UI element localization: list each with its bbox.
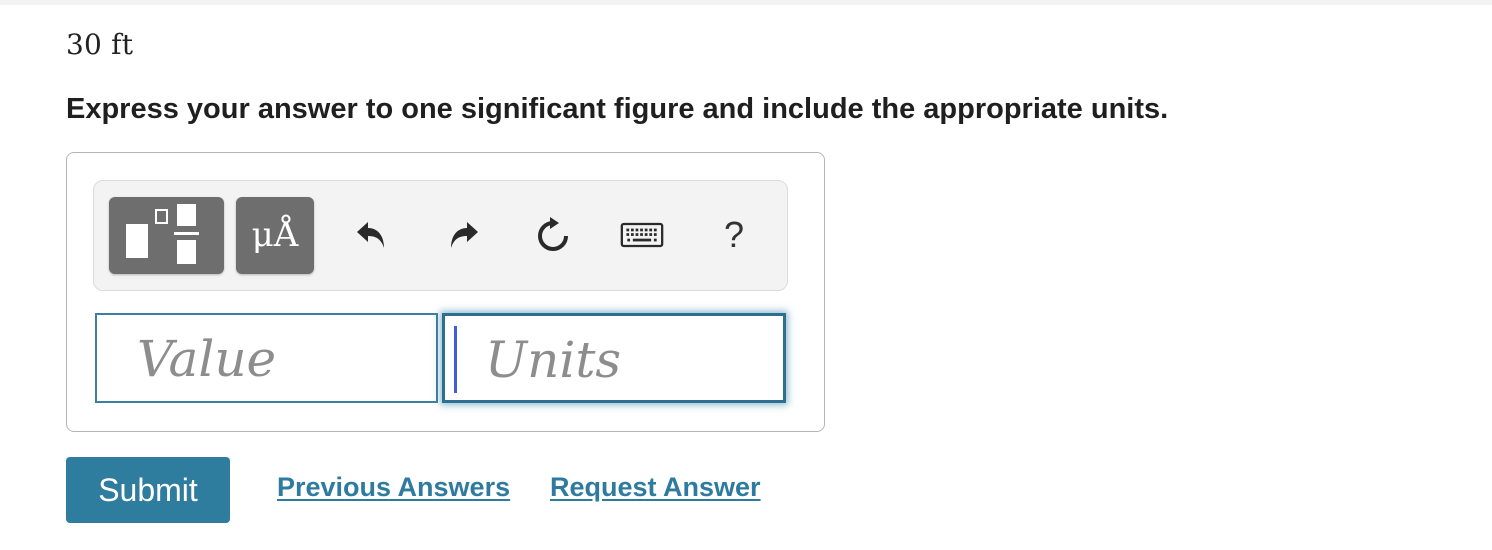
redo-arrow-icon (451, 222, 478, 248)
undo-arrow-icon (357, 222, 384, 248)
redo-button[interactable] (441, 213, 485, 257)
units-placeholder: Units (485, 331, 622, 389)
value-input[interactable]: Value (95, 313, 438, 403)
help-button[interactable]: ? (712, 213, 756, 257)
reset-circular-arrow-icon (538, 217, 568, 251)
reset-button[interactable] (531, 213, 575, 257)
templates-button[interactable] (109, 197, 224, 274)
value-placeholder: Value (137, 330, 277, 388)
text-caret (454, 326, 457, 393)
units-button-label: μÅ (251, 215, 299, 255)
keyboard-icon (620, 222, 664, 248)
answer-instruction: Express your answer to one significant f… (66, 93, 1169, 125)
keyboard-button[interactable] (620, 213, 664, 257)
undo-button[interactable] (350, 213, 394, 257)
previous-answers-link[interactable]: Previous Answers (277, 472, 510, 503)
units-button[interactable]: μÅ (236, 197, 314, 274)
units-input[interactable]: Units (442, 313, 786, 403)
request-answer-link[interactable]: Request Answer (550, 472, 761, 503)
given-value: 30 ft (66, 28, 134, 61)
top-strip (0, 0, 1492, 5)
submit-button[interactable]: Submit (66, 457, 230, 523)
